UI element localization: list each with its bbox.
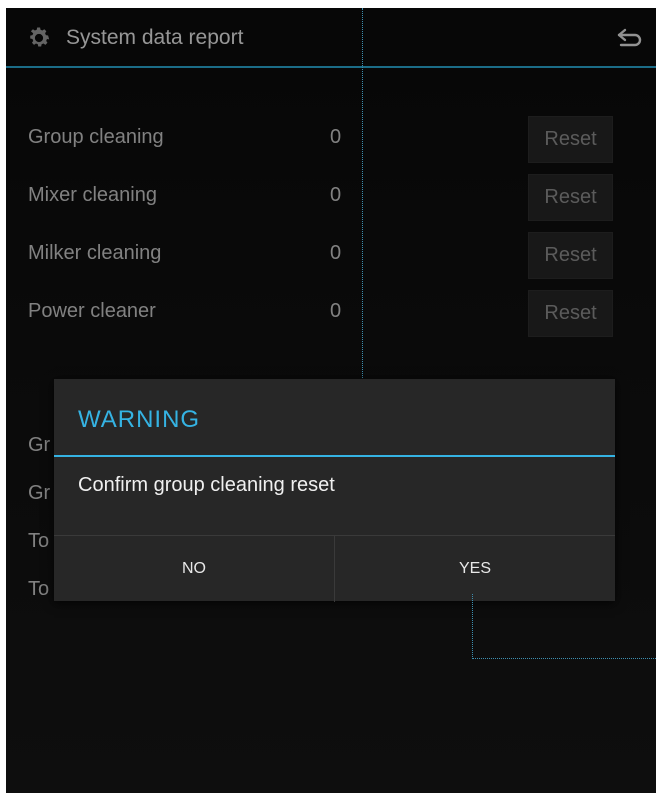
warning-dialog: WARNING Confirm group cleaning reset NO …: [54, 379, 615, 602]
guide-line: [472, 594, 473, 659]
screen: System data report Group cleaning 0 Rese…: [6, 8, 656, 793]
dialog-button-bar: NO YES: [54, 535, 615, 602]
guide-line: [472, 658, 656, 659]
dialog-message: Confirm group cleaning reset: [78, 474, 335, 496]
dialog-title: WARNING: [78, 406, 201, 433]
guide-line: [362, 8, 363, 388]
yes-button[interactable]: YES: [335, 536, 615, 602]
dialog-divider: [54, 455, 615, 457]
no-button[interactable]: NO: [54, 536, 335, 602]
